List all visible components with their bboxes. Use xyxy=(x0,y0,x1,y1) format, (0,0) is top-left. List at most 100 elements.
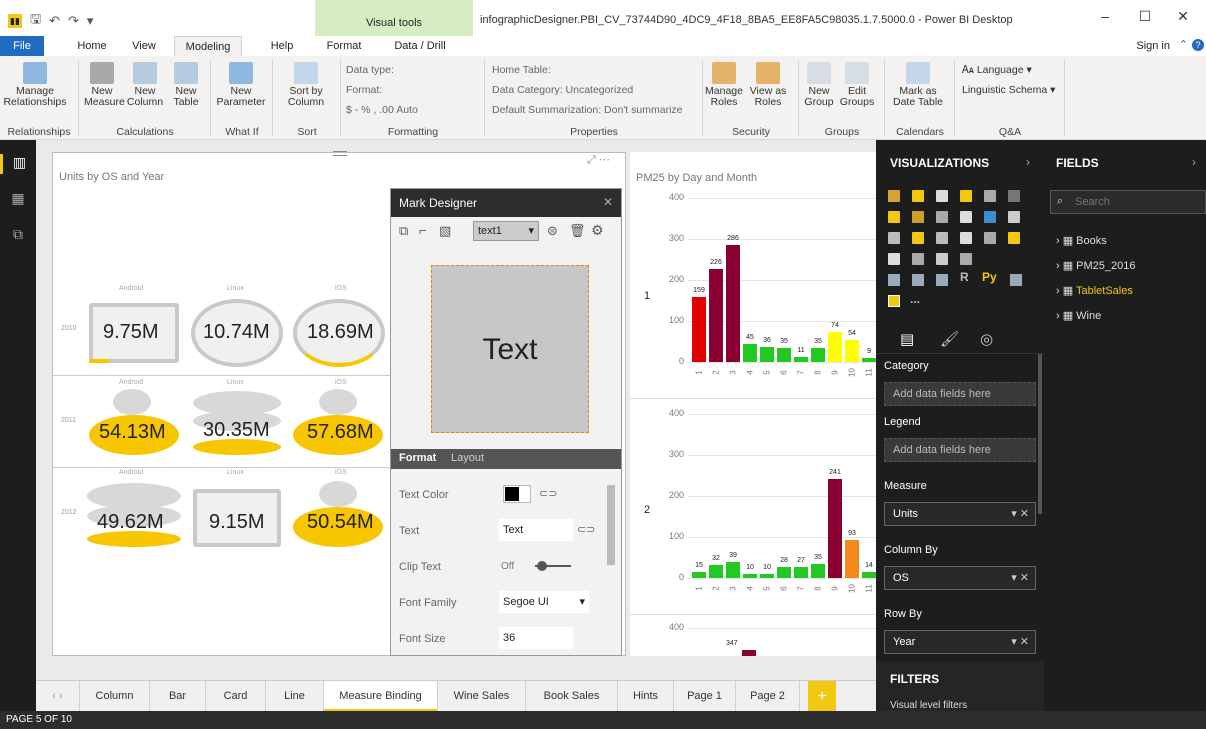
page-nav-arrows[interactable]: ‹ › xyxy=(36,681,80,712)
analytics-icon[interactable]: ◎ xyxy=(980,330,993,348)
well-legend[interactable]: Add data fields here xyxy=(884,438,1036,462)
page-tab-measure-binding[interactable]: Measure Binding xyxy=(324,681,438,712)
settings-gear-icon[interactable]: ⚙ xyxy=(591,222,604,239)
bar[interactable] xyxy=(777,347,791,362)
well-column-by[interactable]: OS ▾ ✕ xyxy=(884,566,1036,590)
field-table-pm25_2016[interactable]: › ▦ PM25_2016 xyxy=(1056,259,1136,272)
home-table-dropdown[interactable]: Home Table: xyxy=(492,64,551,76)
matrix-visual-icon[interactable] xyxy=(936,274,948,286)
ribbon-visual-icon[interactable] xyxy=(1008,211,1020,223)
link-icon[interactable]: ⊂⊃ xyxy=(539,487,557,500)
new-column-button[interactable]: New Column xyxy=(124,62,166,108)
field-table-tabletsales[interactable]: › ▦ TabletSales xyxy=(1056,284,1133,297)
bar[interactable] xyxy=(743,343,757,362)
bar[interactable] xyxy=(794,357,808,362)
format-dropdown[interactable]: Format: xyxy=(346,84,382,96)
data-view-icon[interactable]: ▦ xyxy=(8,190,28,210)
page-tab-hints[interactable]: Hints xyxy=(618,681,674,712)
clustered-column-visual-icon[interactable] xyxy=(960,190,972,202)
tab-layout[interactable]: Layout xyxy=(451,452,484,464)
tab-help[interactable]: Help xyxy=(262,36,302,56)
text-input[interactable]: Text xyxy=(499,519,573,541)
stacked-column-visual-icon[interactable] xyxy=(912,190,924,202)
page-tab-card[interactable]: Card xyxy=(206,681,266,712)
text-color-picker[interactable] xyxy=(503,485,531,503)
waterfall-visual-icon[interactable] xyxy=(888,232,900,244)
100-bar-visual-icon[interactable] xyxy=(984,190,996,202)
customize-toolbar-icon[interactable]: ▾ xyxy=(87,13,94,29)
search-input[interactable] xyxy=(1075,194,1195,210)
format-paint-icon[interactable]: 🖌 xyxy=(940,330,959,348)
bar[interactable] xyxy=(811,563,825,578)
redo-icon[interactable]: ↷ xyxy=(68,13,79,29)
tab-file[interactable]: File xyxy=(0,36,44,56)
well-measure[interactable]: Units ▾ ✕ xyxy=(884,502,1036,526)
focus-mode-icon[interactable]: ⤢ ⋯ xyxy=(587,153,610,167)
add-page-button[interactable]: + xyxy=(808,681,836,712)
mark-as-date-table-button[interactable]: Mark as Date Table xyxy=(888,62,948,108)
help-icon[interactable]: ? xyxy=(1192,39,1204,51)
stacked-area-visual-icon[interactable] xyxy=(936,211,948,223)
bar[interactable] xyxy=(828,479,842,578)
page-tab-page-1[interactable]: Page 1 xyxy=(674,681,736,712)
bar[interactable] xyxy=(760,347,774,362)
stacked-bar-visual-icon[interactable] xyxy=(888,190,900,202)
bar[interactable] xyxy=(743,573,757,578)
delete-icon[interactable]: 🗑 xyxy=(569,223,586,239)
linguistic-schema-button[interactable]: Linguistic Schema ▾ xyxy=(962,84,1055,96)
bar[interactable] xyxy=(709,269,723,362)
pm25-visual[interactable]: PM25 by Day and Month 1 2 400 300 200 100 0 1… xyxy=(630,152,876,656)
bar[interactable] xyxy=(726,244,740,362)
new-table-button[interactable]: New Table xyxy=(168,62,204,108)
tab-data-drill[interactable]: Data / Drill xyxy=(380,36,460,56)
field-table-wine[interactable]: › ▦ Wine xyxy=(1056,309,1101,322)
new-parameter-button[interactable]: New Parameter xyxy=(214,62,268,108)
minimize-button[interactable]: – xyxy=(1090,8,1120,24)
link-icon[interactable]: ⊂⊃ xyxy=(577,523,595,536)
table-visual-icon[interactable] xyxy=(912,274,924,286)
remove-field-icon[interactable]: ▾ ✕ xyxy=(1011,503,1029,525)
tab-format[interactable]: Format xyxy=(318,36,370,56)
bar[interactable] xyxy=(862,572,876,578)
language-button[interactable]: 🗛 Language ▾ xyxy=(962,64,1032,77)
bar[interactable] xyxy=(845,339,859,362)
line-clustered-visual-icon[interactable] xyxy=(984,211,996,223)
area-visual-icon[interactable] xyxy=(912,211,924,223)
view-as-roles-button[interactable]: View as Roles xyxy=(746,62,790,108)
field-table-books[interactable]: › ▦ Books xyxy=(1056,234,1107,247)
close-button[interactable]: ✕ xyxy=(1168,8,1198,25)
card-visual-icon[interactable] xyxy=(888,274,900,286)
page-tab-wine-sales[interactable]: Wine Sales xyxy=(438,681,526,712)
funnel-visual-icon[interactable] xyxy=(912,253,924,265)
manage-roles-button[interactable]: Manage Roles xyxy=(704,62,744,108)
clip-text-toggle[interactable] xyxy=(535,561,571,571)
bar[interactable] xyxy=(794,566,808,578)
scatter-visual-icon[interactable] xyxy=(912,232,924,244)
fields-tab-icon[interactable]: ▤ xyxy=(900,330,914,348)
collapse-pane-icon[interactable]: › xyxy=(1192,155,1196,169)
filled-map-visual-icon[interactable] xyxy=(888,253,900,265)
format-symbols[interactable]: $ - % , .00 Auto xyxy=(346,104,418,116)
data-type-dropdown[interactable]: Data type: xyxy=(346,64,394,76)
collapse-ribbon-icon[interactable]: ⌃ xyxy=(1179,38,1188,51)
image-mark-icon[interactable]: ▧ xyxy=(439,223,451,239)
donut-visual-icon[interactable] xyxy=(960,232,972,244)
mark-preview[interactable]: Text xyxy=(431,265,589,433)
sort-by-column-button[interactable]: Sort by Column xyxy=(276,62,336,108)
pie-visual-icon[interactable] xyxy=(936,232,948,244)
bar[interactable] xyxy=(845,539,859,578)
panel-scrollbar[interactable] xyxy=(607,485,615,565)
manage-relationships-button[interactable]: Manage Relationships xyxy=(2,62,68,108)
map-visual-icon[interactable] xyxy=(1008,232,1020,244)
font-family-select[interactable]: Segoe UI ▾ xyxy=(499,591,589,613)
gauge-visual-icon[interactable] xyxy=(936,253,948,265)
100-column-visual-icon[interactable] xyxy=(1008,190,1020,202)
bar[interactable] xyxy=(760,573,774,578)
python-visual-icon[interactable]: Py xyxy=(982,270,997,284)
tab-view[interactable]: View xyxy=(124,36,164,56)
well-category[interactable]: Add data fields here xyxy=(884,382,1036,406)
data-category-dropdown[interactable]: Data Category: Uncategorized xyxy=(492,84,633,96)
fields-search[interactable]: ⌕ xyxy=(1050,190,1206,214)
bar[interactable] xyxy=(726,562,740,578)
drag-handle-icon[interactable] xyxy=(333,151,347,156)
